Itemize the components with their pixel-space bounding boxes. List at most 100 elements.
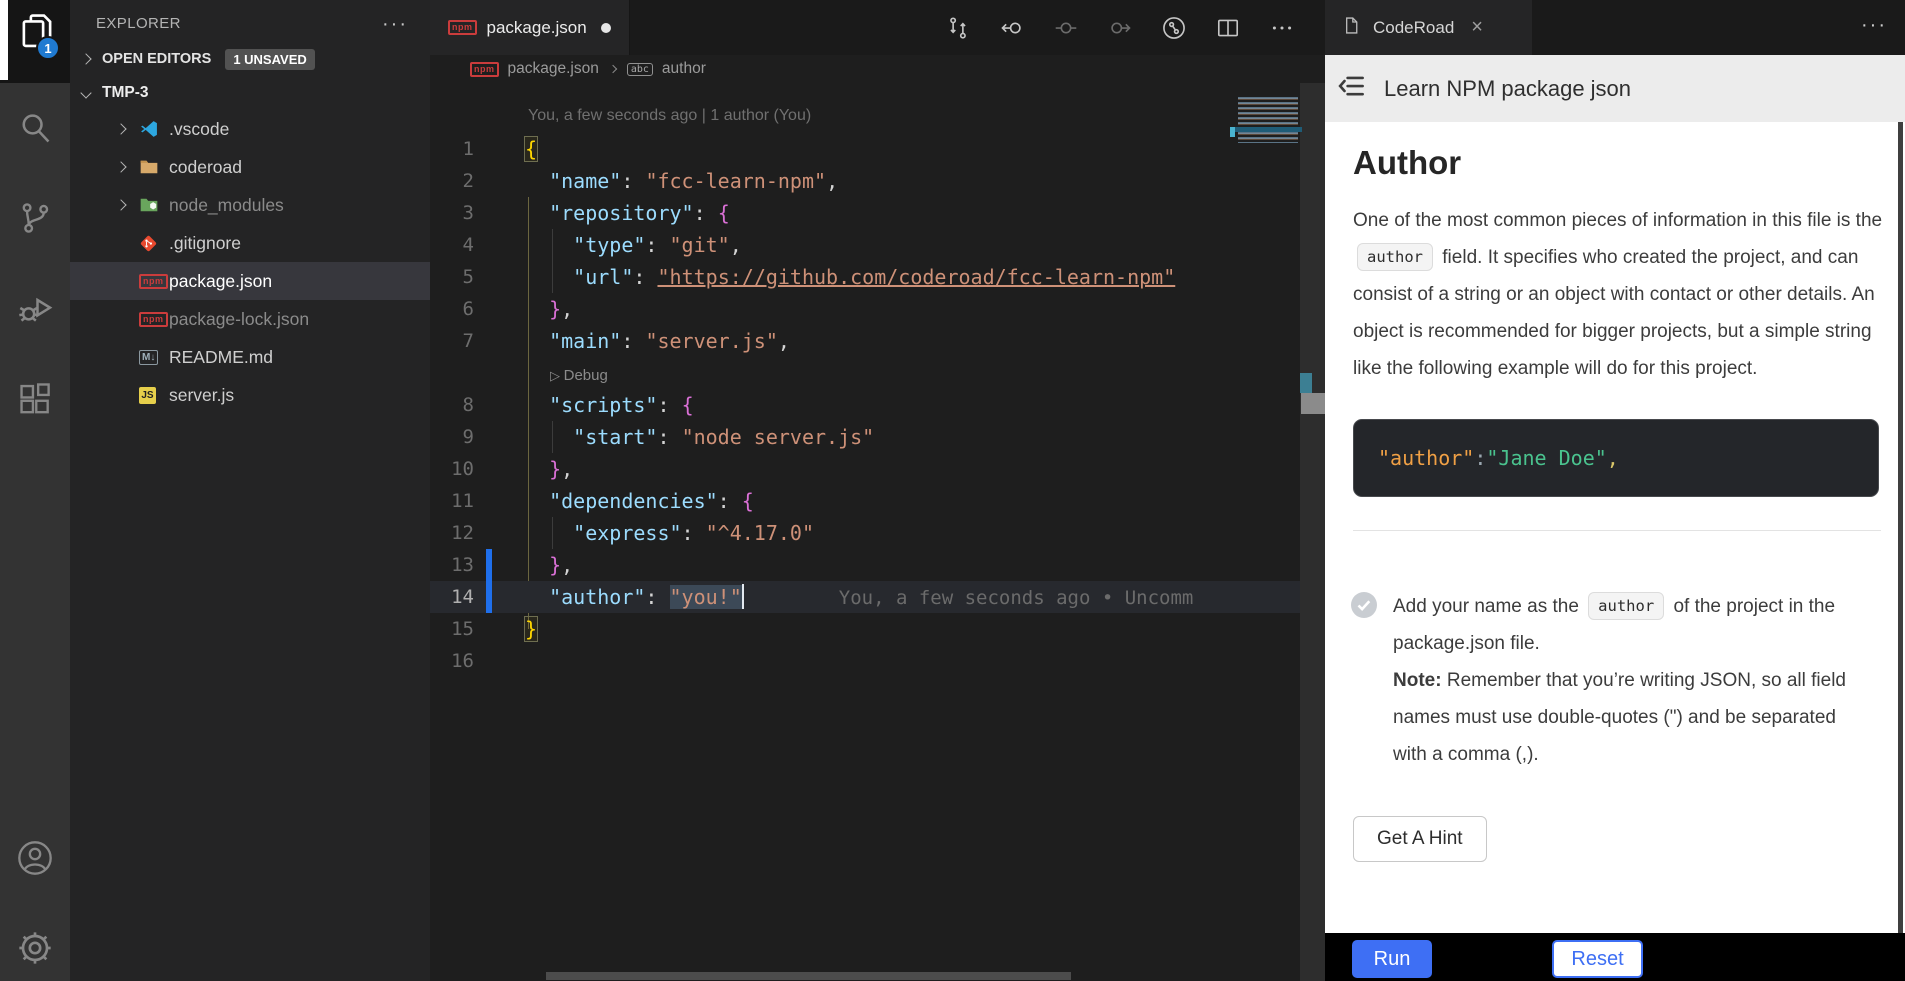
settings-gear-icon[interactable] bbox=[15, 928, 55, 968]
sidebar-item-coderoad[interactable]: coderoad bbox=[70, 148, 430, 186]
sidebar-item-package.json[interactable]: npmpackage.json bbox=[70, 262, 430, 300]
file-icon bbox=[1341, 15, 1362, 41]
line-number: 8 bbox=[430, 389, 486, 421]
code-token: , bbox=[778, 329, 790, 353]
explorer-sidebar: EXPLORER ··· OPEN EDITORS 1 UNSAVED TMP-… bbox=[70, 0, 430, 981]
compare-changes-icon[interactable] bbox=[945, 15, 971, 41]
code-line-13[interactable]: 13 }, bbox=[430, 549, 1325, 581]
account-icon[interactable] bbox=[15, 838, 55, 878]
current-change-icon[interactable] bbox=[1053, 15, 1079, 41]
file-label: server.js bbox=[169, 385, 234, 406]
close-icon[interactable]: × bbox=[1471, 16, 1483, 39]
run-debug-icon[interactable] bbox=[15, 288, 55, 328]
horizontal-scrollbar[interactable] bbox=[546, 972, 1071, 980]
code-token: "main" bbox=[549, 329, 621, 353]
code-token: "author" bbox=[549, 585, 645, 609]
sidebar-item-.gitignore[interactable]: .gitignore bbox=[70, 224, 430, 262]
sidebar-item-.vscode[interactable]: .vscode bbox=[70, 110, 430, 148]
explorer-more-actions-icon[interactable]: ··· bbox=[382, 19, 408, 29]
code-line-15[interactable]: 15} bbox=[430, 613, 1325, 645]
code-line-6[interactable]: 6 }, bbox=[430, 293, 1325, 325]
inline-code-chip: author bbox=[1588, 592, 1664, 620]
extensions-icon[interactable] bbox=[15, 380, 55, 420]
line-number: 11 bbox=[430, 485, 486, 517]
unsaved-badge: 1 UNSAVED bbox=[225, 49, 314, 70]
code-token: : bbox=[645, 233, 669, 257]
code-line-11[interactable]: 11 "dependencies": { bbox=[430, 485, 1325, 517]
editor-toolbar bbox=[945, 0, 1295, 55]
file-label: package-lock.json bbox=[169, 309, 309, 330]
code-token: "express" bbox=[573, 521, 681, 545]
code-token: { bbox=[682, 393, 694, 417]
line-number: 6 bbox=[430, 293, 486, 325]
reset-button[interactable]: Reset bbox=[1552, 940, 1643, 978]
code-line-5[interactable]: 5 "url": "https://github.com/coderoad/fc… bbox=[430, 261, 1325, 293]
code-token: "repository" bbox=[549, 201, 694, 225]
text-segment: Add your name as the bbox=[1393, 596, 1584, 617]
chevron-down-icon bbox=[80, 87, 91, 98]
code-line-14[interactable]: 14 "author": "you!"You, a few seconds ag… bbox=[430, 581, 1325, 613]
js-icon: JS bbox=[139, 387, 169, 404]
code-token bbox=[525, 265, 573, 289]
get-a-hint-button[interactable]: Get A Hint bbox=[1353, 816, 1487, 862]
activity-item-explorer[interactable]: 1 bbox=[0, 0, 70, 83]
debug-codelens[interactable]: Debug bbox=[550, 367, 608, 384]
open-editors-label: OPEN EDITORS bbox=[102, 51, 211, 67]
code-line-10[interactable]: 10 }, bbox=[430, 453, 1325, 485]
task-check-icon bbox=[1350, 588, 1378, 773]
code-line-9[interactable]: 9 "start": "node server.js" bbox=[430, 421, 1325, 453]
lesson-paragraph: One of the most common pieces of informa… bbox=[1353, 202, 1885, 387]
sidebar-item-server.js[interactable]: JSserver.js bbox=[70, 376, 430, 414]
workspace-root[interactable]: TMP-3 bbox=[70, 76, 430, 110]
file-label: coderoad bbox=[169, 157, 242, 178]
code-line-1[interactable]: 1{ bbox=[430, 133, 1325, 165]
code-token: } bbox=[549, 297, 561, 321]
editor-scrollbar[interactable] bbox=[1300, 83, 1325, 981]
code-line-8[interactable]: 8 "scripts": { bbox=[430, 389, 1325, 421]
collapse-menu-icon[interactable] bbox=[1337, 71, 1367, 106]
unsaved-dot-icon[interactable] bbox=[601, 23, 611, 33]
line-number: 2 bbox=[430, 165, 486, 197]
next-change-icon[interactable] bbox=[1107, 15, 1133, 41]
timeline-icon[interactable] bbox=[1161, 15, 1187, 41]
chevron-right-icon bbox=[117, 201, 139, 209]
run-button[interactable]: Run bbox=[1352, 940, 1432, 978]
inline-code-chip: author bbox=[1357, 243, 1433, 271]
sidebar-item-node_modules[interactable]: node_modules bbox=[70, 186, 430, 224]
source-control-icon[interactable] bbox=[15, 198, 55, 238]
code-line-12[interactable]: 12 "express": "^4.17.0" bbox=[430, 517, 1325, 549]
previous-change-icon[interactable] bbox=[999, 15, 1025, 41]
code-line-16[interactable]: 16 bbox=[430, 645, 1325, 677]
panel-more-actions-icon[interactable]: ··· bbox=[1861, 14, 1887, 37]
code-token bbox=[525, 457, 549, 481]
explorer-title: EXPLORER bbox=[96, 15, 181, 32]
breadcrumb-file[interactable]: package.json bbox=[508, 60, 599, 78]
sidebar-item-package-lock.json[interactable]: npmpackage-lock.json bbox=[70, 300, 430, 338]
code-line-3[interactable]: 3 "repository": { bbox=[430, 197, 1325, 229]
sidebar-item-README.md[interactable]: M↓README.md bbox=[70, 338, 430, 376]
open-editors-section[interactable]: OPEN EDITORS 1 UNSAVED bbox=[70, 42, 430, 76]
panel-scrollbar[interactable] bbox=[1898, 122, 1903, 933]
tab-package-json[interactable]: npm package.json bbox=[430, 0, 630, 55]
code-line-2[interactable]: 2 "name": "fcc-learn-npm", bbox=[430, 165, 1325, 197]
tutorial-title: Learn NPM package json bbox=[1384, 76, 1631, 102]
more-actions-icon[interactable] bbox=[1269, 15, 1295, 41]
code-token bbox=[525, 521, 573, 545]
code-line-7[interactable]: 7 "main": "server.js", bbox=[430, 325, 1325, 357]
breadcrumb-symbol[interactable]: author bbox=[662, 60, 706, 78]
code-line-4[interactable]: 4 "type": "git", bbox=[430, 229, 1325, 261]
code-token: : bbox=[621, 169, 645, 193]
search-icon[interactable] bbox=[15, 108, 55, 148]
code-editor[interactable]: You, a few seconds ago | 1 author (You)1… bbox=[430, 83, 1325, 981]
minimap-code-preview bbox=[1238, 97, 1298, 143]
task-item: Add your name as the author of the proje… bbox=[1350, 588, 1880, 773]
scrollbar-slider[interactable] bbox=[1301, 393, 1325, 414]
tab-coderoad[interactable]: CodeRoad × bbox=[1325, 0, 1532, 55]
split-editor-icon[interactable] bbox=[1215, 15, 1241, 41]
example-code-block: "author": "Jane Doe", bbox=[1353, 419, 1879, 497]
code-token bbox=[525, 201, 549, 225]
code-token: , bbox=[826, 169, 838, 193]
code-token: "^4.17.0" bbox=[706, 521, 814, 545]
minimap[interactable] bbox=[1230, 83, 1325, 981]
npm-icon: npm bbox=[139, 274, 169, 289]
